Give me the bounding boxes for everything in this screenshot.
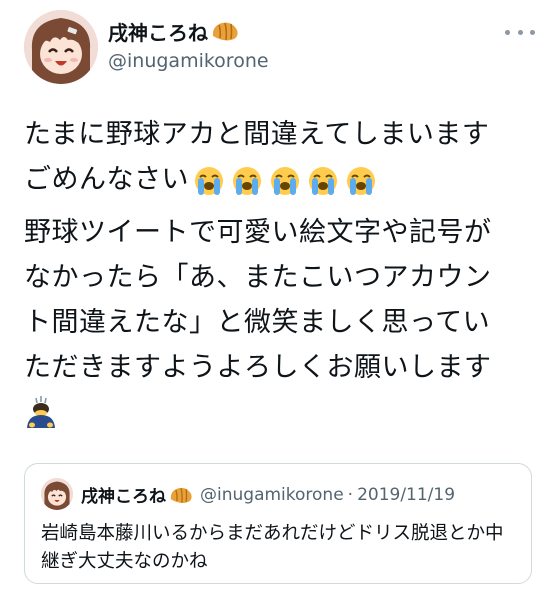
dot-icon [530,29,535,35]
dot-icon [517,29,523,35]
author-info: 戌神ころね @inugamikorone [108,16,269,73]
quoted-header: 戌神ころね @inugamikorone · 2019/11/19 [81,482,456,508]
text-line-with-emoji: ごめんなさい [24,157,534,202]
text-line: なかったら「あ、またこいつアカウン [24,262,492,293]
paragraph-1: たまに野球アカと間違えてしまいます ごめんなさい [24,112,534,202]
avatar-illustration [24,10,98,84]
quoted-text: 岩崎島本藤川いるからまだあれだけどドリス脱退とか中継ぎ大丈夫なのかね [41,523,504,572]
loudly-crying-face-icon [233,166,261,195]
avatar[interactable] [24,10,98,84]
croissant-icon [170,487,192,503]
loudly-crying-face-icon [271,166,299,195]
text-line: ごめんなさい [24,164,189,195]
display-name[interactable]: 戌神ころね [108,17,208,46]
person-bowing-icon [27,396,55,428]
loudly-crying-face-icon [347,166,375,195]
loudly-crying-face-icon [309,166,337,195]
text-line: ただきますようよろしくお願いします [24,352,492,383]
paragraph-2: 野球ツイートで可愛い絵文字や記号が なかったら「あ、またこいつアカウン ト間違え… [24,210,534,430]
croissant-icon [212,22,238,41]
text-line: ト間違えたな」と微笑ましく思ってい [24,307,491,338]
tweet: 戌神ころね @inugamikorone たまに野球アカと間違えてしまいます ご… [0,0,553,600]
separator-dot: · [347,484,354,505]
quoted-handle: @inugamikorone [200,484,344,505]
text-line: 野球ツイートで可愛い絵文字や記号が [24,217,492,248]
handle[interactable]: @inugamikorone [108,50,269,72]
tweet-text: たまに野球アカと間違えてしまいます ごめんなさい 野球ツイートで可愛い絵文字や記… [24,112,534,430]
avatar-illustration [41,478,73,510]
emoji-row [193,165,377,197]
loudly-crying-face-icon [195,166,223,195]
text-line: たまに野球アカと間違えてしまいます [24,119,490,150]
quoted-avatar [41,478,73,510]
quoted-display-name: 戌神ころね [81,487,166,507]
more-options-button[interactable] [505,22,535,42]
dot-icon [505,29,510,35]
display-name-row[interactable]: 戌神ころね [108,16,269,46]
quoted-date: 2019/11/19 [357,484,456,505]
quoted-tweet[interactable]: 戌神ころね @inugamikorone · 2019/11/19 岩崎島本藤川… [24,463,532,584]
